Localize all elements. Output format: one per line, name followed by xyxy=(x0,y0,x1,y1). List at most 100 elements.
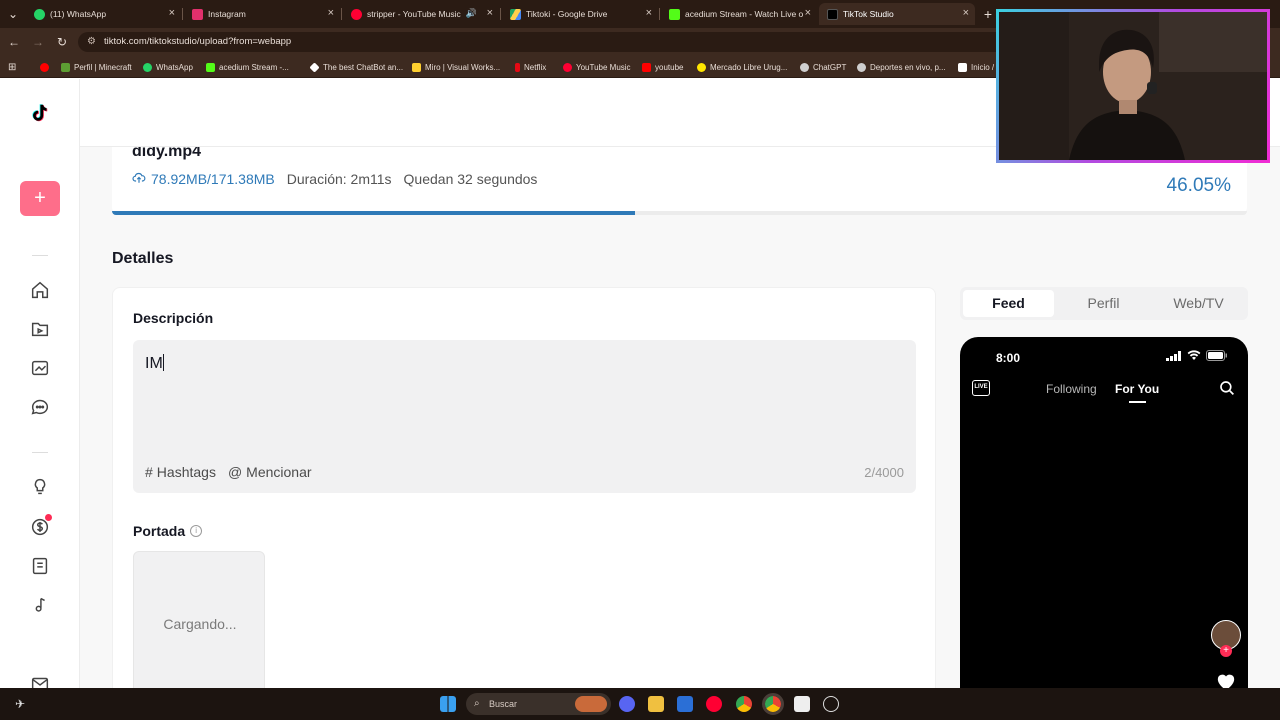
chrome-active-icon[interactable] xyxy=(762,693,784,715)
reload-icon[interactable]: ↻ xyxy=(53,33,71,51)
close-icon[interactable]: × xyxy=(487,7,493,19)
text-caret xyxy=(162,354,164,371)
cover-label: Portada xyxy=(133,523,186,539)
description-value: IM xyxy=(145,355,163,372)
tab-youtube-music[interactable]: stripper - YouTube Music 🔊 × xyxy=(343,3,499,25)
shield-app-icon[interactable] xyxy=(677,696,693,712)
sidebar: + xyxy=(0,79,80,688)
tab-tiktok-studio[interactable]: TikTok Studio × xyxy=(819,3,975,25)
taskbar-search[interactable]: ⌕ Buscar xyxy=(466,693,611,715)
tab-whatsapp[interactable]: (11) WhatsApp × xyxy=(26,3,181,25)
posts-folder-icon[interactable] xyxy=(29,318,51,340)
bookmark-x[interactable]: Inicio / xyxy=(958,60,994,74)
kick-icon xyxy=(206,62,215,72)
search-icon: ⌕ xyxy=(474,698,480,709)
heart-icon xyxy=(1215,671,1237,688)
bookmark-youtube[interactable] xyxy=(40,60,53,74)
youtube-music-icon[interactable] xyxy=(706,696,722,712)
tab-google-drive[interactable]: Tiktoki - Google Drive × xyxy=(502,3,658,25)
discord-icon[interactable] xyxy=(619,696,635,712)
home-icon[interactable] xyxy=(29,279,51,301)
inspiration-bulb-icon[interactable] xyxy=(29,476,51,498)
cover-picker[interactable]: Cargando... xyxy=(133,551,265,688)
hash-icon: # xyxy=(145,464,153,480)
mail-icon[interactable] xyxy=(29,673,51,688)
bookmark-chatgpt[interactable]: ChatGPT xyxy=(800,60,846,74)
analytics-icon[interactable] xyxy=(29,357,51,379)
hashtags-button[interactable]: # Hashtags xyxy=(145,464,216,480)
tab-instagram[interactable]: Instagram × xyxy=(184,3,340,25)
tab-separator xyxy=(341,8,342,20)
live-icon: LIVE xyxy=(972,380,990,396)
preview-tab-web-tv[interactable]: Web/TV xyxy=(1153,290,1244,317)
info-icon[interactable]: i xyxy=(190,525,203,537)
windows-taskbar: ✈ ⌕ Buscar xyxy=(0,688,1280,720)
description-label: Descripción xyxy=(133,310,214,326)
obs-icon[interactable] xyxy=(823,696,839,712)
sidebar-divider xyxy=(32,452,48,453)
preview-tabs: Feed Perfil Web/TV xyxy=(960,287,1248,320)
speaker-icon[interactable]: 🔊 xyxy=(466,8,477,19)
close-icon[interactable]: × xyxy=(328,7,334,19)
preview-tab-perfil[interactable]: Perfil xyxy=(1058,290,1149,317)
site-settings-icon[interactable]: ⚙ xyxy=(87,32,96,52)
webcam-person-image xyxy=(999,12,1267,160)
at-icon: @ xyxy=(227,464,243,480)
bookmark-chatbot[interactable]: The best ChatBot an... xyxy=(309,60,403,74)
kick-icon xyxy=(669,8,680,20)
bookmark-sports[interactable]: Deportes en vivo, p... xyxy=(857,60,946,74)
bookmark-youtube-music[interactable]: YouTube Music xyxy=(563,60,631,74)
google-drive-icon xyxy=(510,8,521,20)
upload-progress-bar xyxy=(112,211,1247,215)
preview-tab-feed[interactable]: Feed xyxy=(963,290,1054,317)
close-icon[interactable]: × xyxy=(169,7,175,19)
forward-icon[interactable]: → xyxy=(29,33,47,51)
academy-icon[interactable] xyxy=(29,555,51,577)
bookmark-netflix[interactable]: Netflix xyxy=(515,60,546,74)
chatbot-icon xyxy=(309,61,320,73)
minecraft-icon xyxy=(61,62,70,72)
bookmark-mercadolibre[interactable]: Mercado Libre Urug... xyxy=(697,60,787,74)
sidebar-divider xyxy=(32,255,48,256)
capcut-icon[interactable] xyxy=(794,696,810,712)
signal-icon xyxy=(1166,350,1181,361)
new-tab-button[interactable]: + xyxy=(979,5,997,23)
tiktok-logo-icon[interactable] xyxy=(28,102,52,126)
bookmark-whatsapp[interactable]: WhatsApp xyxy=(143,60,193,74)
bookmark-kick[interactable]: acedium Stream -... xyxy=(206,60,289,74)
for-you-tab: For You xyxy=(1115,382,1160,396)
phone-time: 8:00 xyxy=(996,351,1021,365)
bookmark-miro[interactable]: Miro | Visual Works... xyxy=(412,60,500,74)
back-icon[interactable]: ← xyxy=(5,33,23,51)
apps-grid-icon[interactable]: ⊞ xyxy=(8,60,16,74)
close-icon[interactable]: × xyxy=(963,7,969,19)
tab-separator xyxy=(500,8,501,20)
upload-content: didy.mp4 78.92MB/171.38MB Duración: 2m11… xyxy=(80,147,1280,688)
netflix-icon xyxy=(515,62,520,72)
comments-icon[interactable] xyxy=(29,396,51,418)
upload-plus-button[interactable]: + xyxy=(20,181,60,216)
description-input[interactable]: IM # Hashtags @ Mencionar 2/4000 xyxy=(133,340,916,493)
tab-kick-stream[interactable]: acedium Stream - Watch Live o × xyxy=(661,3,817,25)
bookmark-youtube-2[interactable]: youtube xyxy=(642,60,683,74)
chrome-icon[interactable] xyxy=(736,696,752,712)
youtube-music-icon xyxy=(351,8,362,20)
sports-icon xyxy=(857,62,866,72)
monetization-icon[interactable] xyxy=(29,514,52,538)
music-note-icon[interactable] xyxy=(29,594,51,616)
bookmark-minecraft[interactable]: Perfil | Minecraft xyxy=(61,60,132,74)
start-windows-icon[interactable] xyxy=(440,696,456,712)
url-field[interactable]: ⚙ tiktok.com/tiktokstudio/upload?from=we… xyxy=(78,32,1018,52)
widgets-icon[interactable]: ✈ xyxy=(12,696,28,712)
upload-progress-fill xyxy=(112,211,635,215)
tab-separator xyxy=(659,8,660,20)
for-you-underline xyxy=(1129,401,1146,403)
close-icon[interactable]: × xyxy=(646,7,652,19)
webcam-overlay xyxy=(996,9,1270,163)
file-explorer-icon[interactable] xyxy=(648,696,664,712)
tab-separator xyxy=(182,8,183,20)
tab-search-icon[interactable]: ⌄ xyxy=(4,5,22,23)
battery-icon xyxy=(1206,350,1227,361)
close-icon[interactable]: × xyxy=(805,7,811,19)
mention-button[interactable]: @ Mencionar xyxy=(228,464,312,480)
